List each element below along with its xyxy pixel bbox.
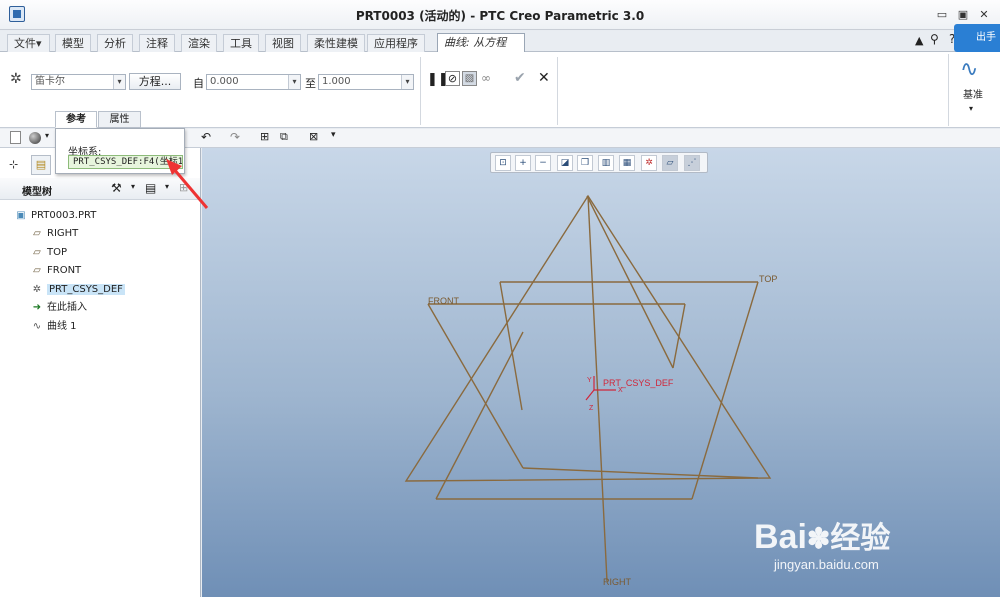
axis-y-label: Y — [587, 377, 592, 384]
equation-button[interactable]: 方程... — [129, 73, 181, 90]
tab-view[interactable]: 视图 — [265, 34, 301, 52]
tree-root-part[interactable]: ▣ PRT0003.PRT — [14, 207, 96, 225]
baidu-watermark: Bai✽经验 jingyan.baidu.com — [754, 505, 954, 575]
front-plane-label: FRONT — [428, 296, 459, 306]
regenerate-icon[interactable]: ⊞ — [260, 130, 269, 143]
watermark-url: jingyan.baidu.com — [774, 557, 879, 572]
windows-icon[interactable]: ⧉ — [280, 130, 288, 144]
chevron-down-icon: ▾ — [401, 75, 413, 89]
tree-item-right[interactable]: ▱ RIGHT — [30, 225, 78, 243]
top-plane-label: TOP — [759, 274, 777, 284]
axis-x-label: X — [618, 387, 623, 394]
apply-check-icon[interactable]: ✔ — [514, 70, 526, 86]
annotation-arrow — [166, 159, 209, 209]
tab-applications[interactable]: 应用程序 — [367, 34, 425, 52]
plane-icon: ▱ — [33, 265, 41, 276]
tree-item-top[interactable]: ▱ TOP — [30, 244, 67, 262]
redo-icon[interactable]: ↷ — [230, 130, 240, 144]
minimize-button[interactable]: ▭ — [935, 8, 949, 22]
tab-model[interactable]: 模型 — [55, 34, 91, 52]
right-plane-outline — [404, 194, 772, 482]
plane-icon: ▱ — [33, 228, 41, 239]
customize-toolbar-icon[interactable]: ▾ — [331, 130, 336, 140]
divider — [420, 57, 421, 125]
datum-label[interactable]: 基准 — [963, 86, 983, 101]
tab-properties[interactable]: 属性 — [98, 111, 141, 128]
datum-curve-icon[interactable]: ∿ — [960, 57, 978, 82]
top-right-badge: 出手 — [954, 24, 1000, 52]
cancel-x-icon[interactable]: ✕ — [538, 70, 550, 86]
close-window-button[interactable]: ✕ — [977, 8, 991, 22]
no-preview-icon[interactable]: ⊘ — [445, 71, 460, 86]
chevron-down-icon[interactable]: ▾ — [131, 182, 135, 191]
tree-item-csys[interactable]: ✲ PRT_CSYS_DEF — [30, 281, 125, 299]
folder-browser-tab-icon[interactable]: ▤ — [31, 155, 51, 175]
tree-item-front[interactable]: ▱ FRONT — [30, 262, 81, 280]
undo-icon[interactable]: ↶ — [201, 130, 211, 144]
curve-icon: ∿ — [32, 321, 42, 332]
right-plane-label: RIGHT — [603, 577, 632, 587]
tab-file[interactable]: 文件▾ — [7, 34, 50, 52]
new-file-icon[interactable] — [10, 131, 21, 144]
tree-settings-icon[interactable]: ⚒ — [111, 181, 122, 195]
plane-icon: ▱ — [33, 247, 41, 258]
preview-icon[interactable]: ▧ — [462, 71, 477, 86]
to-label: 至 — [305, 77, 316, 90]
part-icon: ▣ — [16, 210, 26, 221]
front-plane-extra — [428, 304, 673, 579]
tree-columns-icon[interactable]: ▤ — [145, 181, 156, 195]
chevron-down-icon: ▾ — [113, 75, 125, 89]
tab-render[interactable]: 渲染 — [181, 34, 217, 52]
chevron-down-icon[interactable]: ▾ — [969, 104, 973, 113]
help-icon[interactable]: ▲ — [915, 34, 923, 47]
chevron-down-icon: ▾ — [288, 75, 300, 89]
glasses-icon[interactable]: ∞ — [481, 71, 491, 85]
chevron-down-icon: ▾ — [36, 37, 42, 50]
model-tree-title: 模型树 — [22, 187, 52, 198]
paw-icon: ✽ — [806, 523, 831, 554]
tree-item-curve[interactable]: ∿ 曲线 1 — [30, 318, 77, 336]
coord-type-select[interactable]: 笛卡尔 ▾ — [31, 74, 126, 90]
close-window-icon[interactable]: ⊠ — [309, 130, 318, 143]
dashboard-subtabs: 参考 属性 — [55, 111, 185, 128]
model-tree-tab-icon[interactable]: ⊹ — [9, 158, 18, 171]
csys-icon: ✲ — [32, 284, 42, 295]
axis-z-label: Z — [589, 405, 594, 412]
insert-arrow-icon: ➜ — [32, 302, 42, 313]
from-input[interactable]: 0.000 ▾ — [206, 74, 301, 90]
watermark-brand: Bai✽经验 — [754, 518, 891, 556]
tab-analysis[interactable]: 分析 — [97, 34, 133, 52]
window-title: PRT0003 (活动的) - PTC Creo Parametric 3.0 — [355, 9, 645, 23]
graphics-window[interactable]: ⊡ + − ◪ ❒ ▥ ▦ ✲ ▱ ⋰ FRONT TOP RIGHT X Y … — [202, 148, 1000, 597]
front-plane-outline — [428, 304, 692, 500]
search-icon[interactable]: ⚲ — [930, 32, 939, 46]
tree-item-insert-here[interactable]: ➜ 在此插入 — [30, 299, 87, 317]
tab-tools[interactable]: 工具 — [223, 34, 259, 52]
divider — [948, 54, 949, 126]
tab-curve-from-equation[interactable]: 曲线: 从方程 — [437, 33, 525, 52]
chevron-down-icon[interactable]: ▾ — [45, 131, 49, 140]
sphere-icon[interactable] — [29, 132, 41, 144]
tab-annotate[interactable]: 注释 — [139, 34, 175, 52]
to-input[interactable]: 1.000 ▾ — [318, 74, 414, 90]
csys-type-icon: ✲ — [10, 71, 22, 87]
title-bar: PRT0003 (活动的) - PTC Creo Parametric 3.0 … — [0, 0, 1000, 30]
from-label: 自 — [193, 77, 204, 90]
tab-flexible-modeling[interactable]: 柔性建模 — [307, 34, 365, 52]
divider — [557, 57, 558, 125]
tab-references[interactable]: 参考 — [55, 111, 97, 128]
restore-button[interactable]: ▣ — [956, 8, 970, 22]
ribbon-tabs: 文件▾ 模型 分析 注释 渲染 工具 视图 柔性建模 应用程序 曲线: 从方程 … — [0, 24, 1000, 52]
csys-label: PRT_CSYS_DEF — [603, 378, 674, 388]
